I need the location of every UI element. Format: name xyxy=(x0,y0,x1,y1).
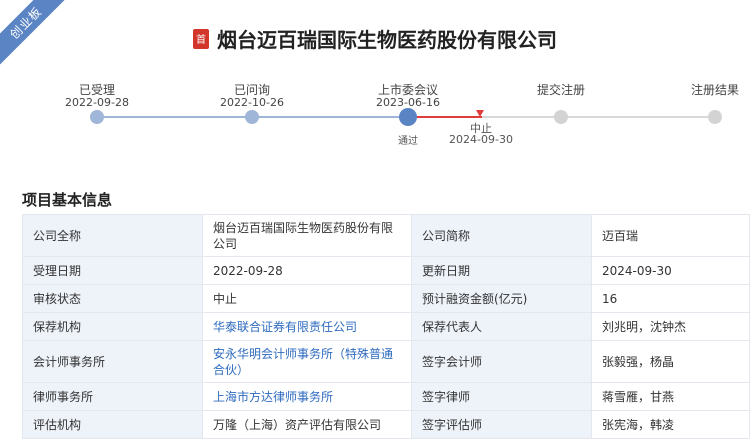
sponsor-rep-label: 保荐代表人 xyxy=(411,312,592,341)
sign-lawyer-label: 签字律师 xyxy=(411,382,592,411)
short-name-label: 公司简称 xyxy=(411,214,592,257)
update-date-value: 2024-09-30 xyxy=(591,256,750,285)
sponsor-rep-value: 刘兆明，沈钟杰 xyxy=(591,312,750,341)
law-firm-label: 律师事务所 xyxy=(22,382,203,411)
sign-lawyer-value: 蒋雪雁，甘燕 xyxy=(591,382,750,411)
fund-value: 16 xyxy=(591,284,750,313)
page-header: 首 烟台迈百瑞国际生物医药股份有限公司 xyxy=(0,24,750,53)
page-title: 烟台迈百瑞国际生物医药股份有限公司 xyxy=(217,28,557,52)
step-label-submit-registration: 提交注册 xyxy=(536,83,586,97)
step-date-inquired: 2022-10-26 xyxy=(220,96,284,109)
step-node-inquired xyxy=(245,110,259,124)
sign-accountant-value: 张毅强，杨晶 xyxy=(591,340,750,383)
stop-date: 2024-09-30 xyxy=(449,133,513,146)
step-date-accepted: 2022-09-28 xyxy=(65,96,129,109)
sponsor-label: 保荐机构 xyxy=(22,312,203,341)
fund-label: 预计融资金额(亿元) xyxy=(411,284,592,313)
step-node-submit-registration xyxy=(554,110,568,124)
appraiser-value: 万隆（上海）资产评估有限公司 xyxy=(202,410,412,439)
status-value: 中止 xyxy=(202,284,412,313)
sign-appraiser-value: 张宪海，韩凌 xyxy=(591,410,750,439)
accept-date-value: 2022-09-28 xyxy=(202,256,412,285)
table-row: 会计师事务所 安永华明会计师事务所（特殊普通合伙） 签字会计师 张毅强，杨晶 xyxy=(22,340,750,383)
short-name-value: 迈百瑞 xyxy=(591,214,750,257)
progress-timeline: 已受理 2022-09-28 已问询 2022-10-26 上市委会议 2023… xyxy=(0,70,750,160)
sponsor-link[interactable]: 华泰联合证券有限责任公司 xyxy=(213,320,357,334)
timeline-track-pending xyxy=(482,116,715,118)
update-date-label: 更新日期 xyxy=(411,256,592,285)
appraiser-label: 评估机构 xyxy=(22,410,203,439)
sign-accountant-label: 签字会计师 xyxy=(411,340,592,383)
step-node-registration-result xyxy=(708,110,722,124)
accountant-cell: 安永华明会计师事务所（特殊普通合伙） xyxy=(202,340,412,383)
full-name-value: 烟台迈百瑞国际生物医药股份有限公司 xyxy=(202,214,412,257)
table-row: 审核状态 中止 预计融资金额(亿元) 16 xyxy=(22,284,750,313)
table-row: 受理日期 2022-09-28 更新日期 2024-09-30 xyxy=(22,256,750,285)
step-node-listing-committee xyxy=(399,108,417,126)
step-result-listing-committee: 通过 xyxy=(398,136,418,147)
sign-appraiser-label: 签字评估师 xyxy=(411,410,592,439)
law-firm-cell: 上海市方达律师事务所 xyxy=(202,382,412,411)
stop-flag-icon xyxy=(476,110,484,117)
status-label: 审核状态 xyxy=(22,284,203,313)
full-name-label: 公司全称 xyxy=(22,214,203,257)
table-row: 律师事务所 上海市方达律师事务所 签字律师 蒋雪雁，甘燕 xyxy=(22,382,750,411)
accountant-link[interactable]: 安永华明会计师事务所（特殊普通合伙） xyxy=(213,347,393,377)
accountant-label: 会计师事务所 xyxy=(22,340,203,383)
section-title: 项目基本信息 xyxy=(22,191,113,209)
sponsor-cell: 华泰联合证券有限责任公司 xyxy=(202,312,412,341)
project-info-table: 公司全称 烟台迈百瑞国际生物医药股份有限公司 公司简称 迈百瑞 受理日期 202… xyxy=(22,214,750,439)
home-badge-icon[interactable]: 首 xyxy=(193,28,209,49)
accept-date-label: 受理日期 xyxy=(22,256,203,285)
step-label-registration-result: 注册结果 xyxy=(690,83,740,97)
table-row: 评估机构 万隆（上海）资产评估有限公司 签字评估师 张宪海，韩凌 xyxy=(22,410,750,439)
timeline-track-stopped xyxy=(408,116,482,118)
law-firm-link[interactable]: 上海市方达律师事务所 xyxy=(213,390,333,404)
table-row: 保荐机构 华泰联合证券有限责任公司 保荐代表人 刘兆明，沈钟杰 xyxy=(22,312,750,341)
table-row: 公司全称 烟台迈百瑞国际生物医药股份有限公司 公司简称 迈百瑞 xyxy=(22,214,750,257)
step-node-accepted xyxy=(90,110,104,124)
